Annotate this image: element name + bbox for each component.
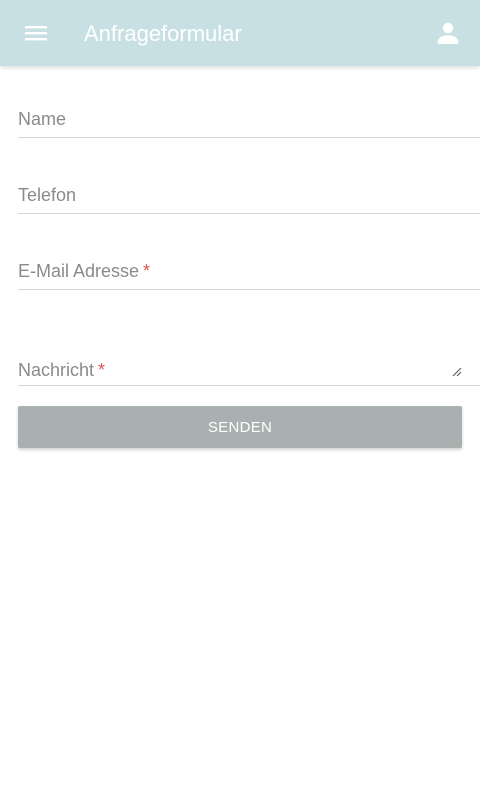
- user-account-icon: [437, 22, 459, 44]
- phone-field[interactable]: Telefon: [18, 176, 480, 214]
- email-field[interactable]: E-Mail Adresse *: [18, 252, 480, 290]
- user-account-button[interactable]: [428, 13, 468, 53]
- app-screen: Anfrageformular Name Telefon E-Mail Adre…: [0, 0, 480, 800]
- send-button[interactable]: SENDEN: [18, 406, 462, 448]
- email-input[interactable]: [18, 252, 480, 289]
- message-field[interactable]: Nachricht *: [18, 330, 480, 386]
- message-textarea[interactable]: [18, 330, 480, 385]
- app-bar: Anfrageformular: [0, 0, 480, 66]
- hamburger-menu-icon: [25, 26, 47, 41]
- resize-handle-icon[interactable]: [452, 367, 462, 377]
- name-input[interactable]: [18, 100, 480, 137]
- phone-input[interactable]: [18, 176, 480, 213]
- page-title: Anfrageformular: [84, 21, 242, 46]
- name-field[interactable]: Name: [18, 100, 480, 138]
- menu-button[interactable]: [16, 13, 56, 53]
